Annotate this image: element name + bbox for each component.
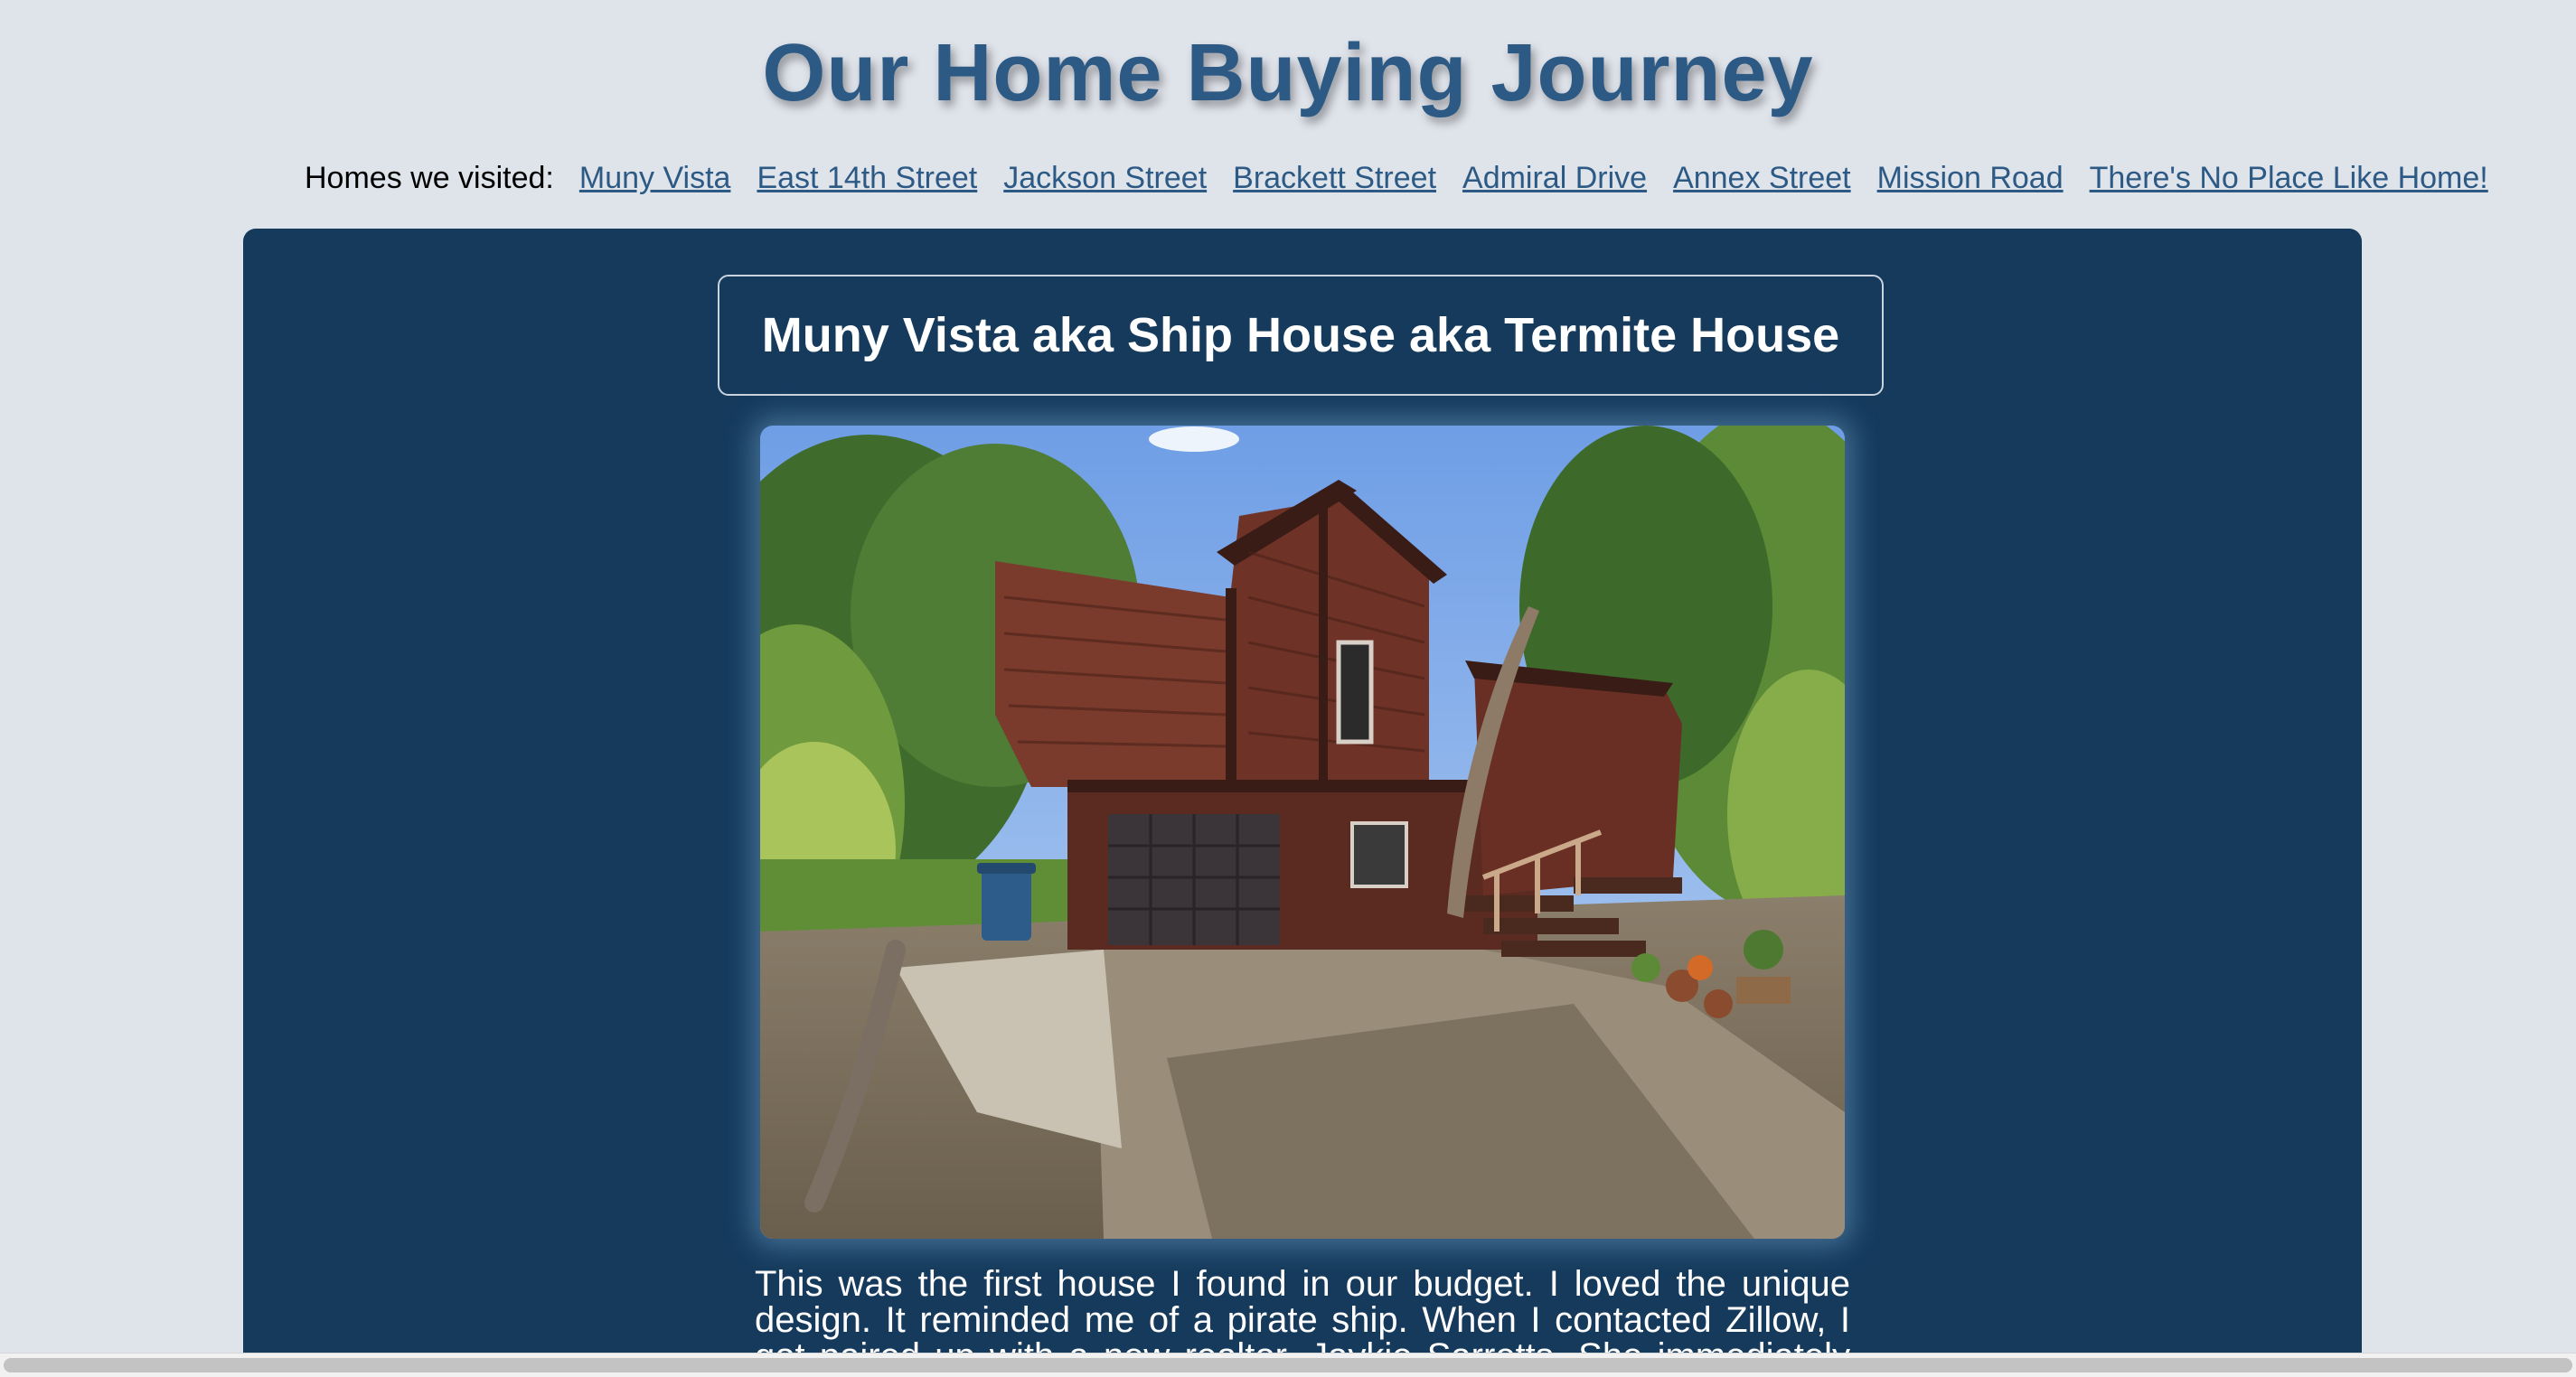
house-title: Muny Vista aka Ship House aka Termite Ho… <box>761 308 1840 362</box>
house-photo-illustration <box>760 426 1845 1239</box>
nav-link-brackett-street[interactable]: Brackett Street <box>1233 161 1436 196</box>
house-card: Muny Vista aka Ship House aka Termite Ho… <box>243 229 2362 1377</box>
nav-label: Homes we visited: <box>305 161 554 195</box>
homes-nav: Homes we visited: Muny Vista East 14th S… <box>305 161 2515 196</box>
page: Our Home Buying Journey Homes we visited… <box>0 0 2576 1377</box>
site-title: Our Home Buying Journey <box>762 28 1814 118</box>
nav-link-mission-road[interactable]: Mission Road <box>1877 161 2064 196</box>
house-photo <box>760 426 1845 1239</box>
house-title-box: Muny Vista aka Ship House aka Termite Ho… <box>718 275 1884 396</box>
nav-link-admiral-drive[interactable]: Admiral Drive <box>1462 161 1647 196</box>
horizontal-scrollbar[interactable] <box>0 1353 2576 1377</box>
nav-link-jackson-street[interactable]: Jackson Street <box>1003 161 1207 196</box>
nav-link-annex-street[interactable]: Annex Street <box>1673 161 1851 196</box>
scrollbar-thumb[interactable] <box>4 1358 2572 1372</box>
nav-link-east-14th-street[interactable]: East 14th Street <box>757 161 977 196</box>
nav-link-muny-vista[interactable]: Muny Vista <box>579 161 731 196</box>
nav-link-no-place-like-home[interactable]: There's No Place Like Home! <box>2090 161 2488 196</box>
